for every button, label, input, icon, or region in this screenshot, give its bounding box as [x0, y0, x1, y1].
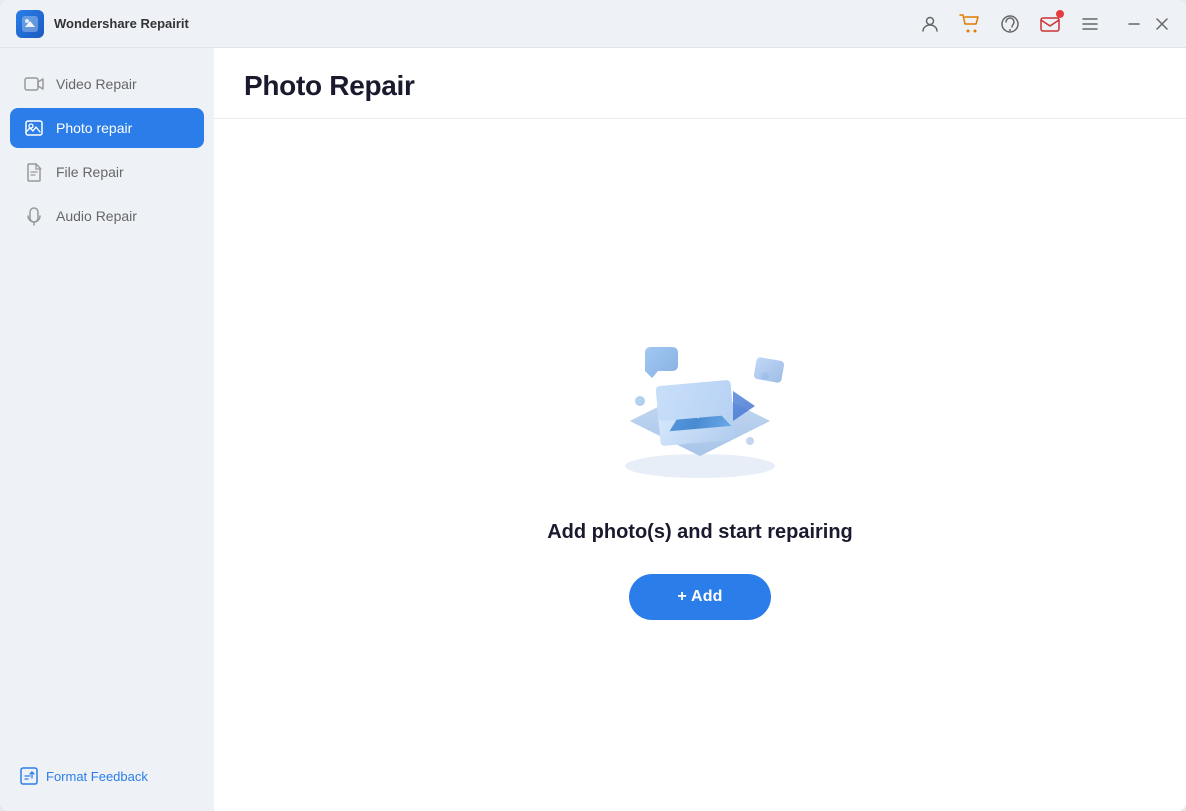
- title-bar-right: [918, 12, 1170, 36]
- prompt-text: Add photo(s) and start repairing: [547, 521, 853, 544]
- sidebar-item-audio-repair[interactable]: Audio Repair: [10, 196, 204, 236]
- app-logo: [16, 10, 44, 38]
- video-repair-label: Video Repair: [56, 76, 137, 92]
- mail-badge: [1056, 10, 1064, 18]
- content-body: Add photo(s) and start repairing + Add: [214, 119, 1186, 811]
- format-feedback-link[interactable]: Format Feedback: [20, 767, 194, 785]
- app-window: Wondershare Repairit: [0, 0, 1186, 811]
- audio-repair-icon: [24, 206, 44, 226]
- sidebar-item-video-repair[interactable]: Video Repair: [10, 64, 204, 104]
- file-repair-label: File Repair: [56, 164, 124, 180]
- sidebar-nav: Video Repair Photo repair: [0, 64, 214, 757]
- sidebar: Video Repair Photo repair: [0, 48, 214, 811]
- mail-icon[interactable]: [1038, 12, 1062, 36]
- feedback-label: Format Feedback: [46, 769, 148, 784]
- add-button[interactable]: + Add: [629, 574, 770, 620]
- account-icon[interactable]: [918, 12, 942, 36]
- file-repair-icon: [24, 162, 44, 182]
- add-button-label: + Add: [677, 588, 722, 606]
- sidebar-footer: Format Feedback: [0, 757, 214, 795]
- title-bar: Wondershare Repairit: [0, 0, 1186, 48]
- menu-icon[interactable]: [1078, 12, 1102, 36]
- sidebar-item-file-repair[interactable]: File Repair: [10, 152, 204, 192]
- video-repair-icon: [24, 74, 44, 94]
- photo-repair-label: Photo repair: [56, 120, 132, 136]
- support-icon[interactable]: [998, 12, 1022, 36]
- minimize-button[interactable]: [1126, 16, 1142, 32]
- app-title: Wondershare Repairit: [54, 16, 189, 31]
- main-layout: Video Repair Photo repair: [0, 48, 1186, 811]
- audio-repair-label: Audio Repair: [56, 208, 137, 224]
- photo-repair-illustration: [590, 311, 810, 491]
- title-bar-left: Wondershare Repairit: [16, 10, 189, 38]
- feedback-icon: [20, 767, 38, 785]
- page-title: Photo Repair: [244, 70, 1156, 102]
- content-header: Photo Repair: [214, 48, 1186, 119]
- content-area: Photo Repair: [214, 48, 1186, 811]
- sidebar-item-photo-repair[interactable]: Photo repair: [10, 108, 204, 148]
- close-button[interactable]: [1154, 16, 1170, 32]
- cart-icon[interactable]: [958, 12, 982, 36]
- window-controls: [1126, 16, 1170, 32]
- photo-repair-icon: [24, 118, 44, 138]
